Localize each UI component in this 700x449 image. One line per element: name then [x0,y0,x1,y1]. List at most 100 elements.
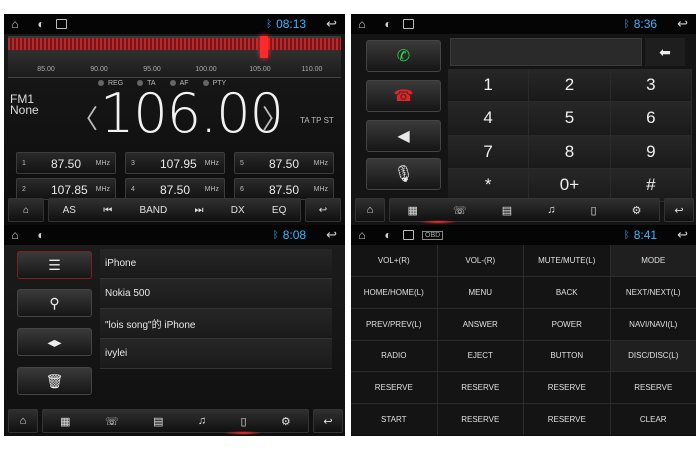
dx-button[interactable]: DX [231,205,245,216]
back-button[interactable]: ↩ [664,198,694,222]
backspace-button[interactable]: ⬅ [645,38,685,66]
call-button[interactable]: ✆ [366,40,441,72]
preset-button[interactable]: 6 87.50 MHz [234,178,334,200]
home-icon[interactable]: ⌂ [355,228,369,242]
key-button[interactable]: BUTTON [524,340,610,372]
back-button[interactable]: ↩ [305,198,341,222]
picture-icon [56,19,67,29]
call-log-icon[interactable]: ☏ [453,204,467,217]
gear-icon[interactable]: ⚙ [632,204,642,217]
next-icon[interactable]: ⏭ [195,205,204,216]
contacts-icon[interactable]: ▤ [153,415,163,428]
key-vol-up[interactable]: VOL+(R) [351,245,437,276]
dial-key[interactable]: 7 [448,135,530,169]
home-button[interactable]: ⌂ [355,198,385,222]
bt-music-icon[interactable]: ♫ [547,204,555,216]
brightness-icon[interactable]: ◐ [34,17,48,31]
as-button[interactable]: AS [63,205,76,216]
home-icon[interactable]: ⌂ [8,17,22,31]
key-answer[interactable]: ANSWER [437,308,523,340]
dial-key[interactable]: 6 [610,102,692,136]
status-time: 8:41 [633,228,658,242]
eq-button[interactable]: EQ [272,205,286,216]
back-button[interactable]: ↩ [313,409,343,433]
key-reserve[interactable]: RESERVE [351,372,437,404]
search-button[interactable]: ⚲ [17,289,92,317]
call-log-icon[interactable]: ☏ [105,415,119,428]
bt-music-icon[interactable]: ♫ [198,415,206,427]
contacts-icon[interactable]: ▤ [502,204,512,217]
key-menu[interactable]: MENU [437,276,523,308]
key-radio[interactable]: RADIO [351,340,437,372]
key-reserve[interactable]: RESERVE [524,404,610,435]
home-icon[interactable]: ⌂ [355,17,369,31]
dial-key[interactable]: 1 [448,69,530,103]
device-list-button[interactable]: ☰ [17,251,92,279]
tuner-needle[interactable] [260,36,268,58]
key-vol-down[interactable]: VOL-(R) [437,245,523,276]
dial-key[interactable]: 0+ [529,168,611,202]
list-item[interactable]: "lois song"的 iPhone [100,309,332,339]
delete-button[interactable]: 🗑 [17,367,92,395]
prev-icon[interactable]: ⏮ [103,205,112,216]
list-item[interactable]: iPhone [100,249,332,279]
hangup-button[interactable]: ☎ [366,80,441,112]
mic-button[interactable]: 🎙 [366,158,441,190]
gear-icon[interactable]: ⚙ [281,415,291,428]
home-icon[interactable]: ⌂ [8,228,22,242]
key-mode[interactable]: MODE [610,245,696,276]
dial-keypad: 1 2 3 4 5 6 7 8 9 * 0+ # [448,69,692,202]
key-reserve[interactable]: RESERVE [610,372,696,404]
key-reserve[interactable]: RESERVE [437,404,523,435]
connect-button[interactable]: ◂▸ [17,328,92,356]
key-power[interactable]: POWER [524,308,610,340]
preset-button[interactable]: 2 107.85 MHz [16,178,116,200]
key-clear[interactable]: CLEAR [610,404,696,435]
keypad-icon[interactable]: ▦ [60,415,70,428]
list-item[interactable]: ivylei [100,339,332,369]
tuner-dial[interactable]: 85.00 90.00 95.00 100.00 105.00 110.00 [8,36,341,78]
home-button[interactable]: ⌂ [8,198,44,222]
back-icon[interactable]: ↩ [326,16,337,32]
key-prev[interactable]: PREV/PREV(L) [351,308,437,340]
dial-key[interactable]: * [448,168,530,202]
seek-down-icon[interactable]: 〈 [72,99,98,136]
key-reserve[interactable]: RESERVE [524,372,610,404]
brightness-icon[interactable]: ◐ [381,228,395,242]
bluetooth-icon: ᛒ [623,229,630,241]
dial-key[interactable]: 4 [448,102,530,136]
dial-key[interactable]: 8 [529,135,611,169]
key-navi[interactable]: NAVI/NAVI(L) [610,308,696,340]
key-back[interactable]: BACK [524,276,610,308]
phone-link-icon[interactable]: ▯ [240,415,246,428]
brightness-icon[interactable]: ◐ [381,17,395,31]
key-mute[interactable]: MUTE/MUTE(L) [524,245,610,276]
home-button[interactable]: ⌂ [8,409,38,433]
brightness-icon[interactable]: ◐ [34,228,48,242]
key-next[interactable]: NEXT/NEXT(L) [610,276,696,308]
preset-button[interactable]: 1 87.50 MHz [16,152,116,174]
key-disc[interactable]: DISC/DISC(L) [610,340,696,372]
preset-button[interactable]: 4 87.50 MHz [125,178,225,200]
home-icon: ⌂ [19,415,27,427]
dial-key[interactable]: # [610,168,692,202]
back-icon[interactable]: ↩ [677,227,688,243]
keypad-icon[interactable]: ▦ [408,204,418,217]
band-button[interactable]: BAND [139,205,167,216]
volume-button[interactable]: ◀ [366,120,441,152]
seek-up-icon[interactable]: 〉 [262,99,288,136]
preset-button[interactable]: 3 107.95 MHz [125,152,225,174]
phone-link-icon[interactable]: ▯ [590,204,596,217]
key-home[interactable]: HOME/HOME(L) [351,276,437,308]
dial-key[interactable]: 5 [529,102,611,136]
back-icon[interactable]: ↩ [677,16,688,32]
key-reserve[interactable]: RESERVE [437,372,523,404]
key-start[interactable]: START [351,404,437,435]
key-eject[interactable]: EJECT [437,340,523,372]
list-item[interactable]: Nokia 500 [100,279,332,309]
dial-key[interactable]: 9 [610,135,692,169]
dial-key[interactable]: 3 [610,69,692,103]
preset-button[interactable]: 5 87.50 MHz [234,152,334,174]
back-icon[interactable]: ↩ [326,227,337,243]
dial-key[interactable]: 2 [529,69,611,103]
